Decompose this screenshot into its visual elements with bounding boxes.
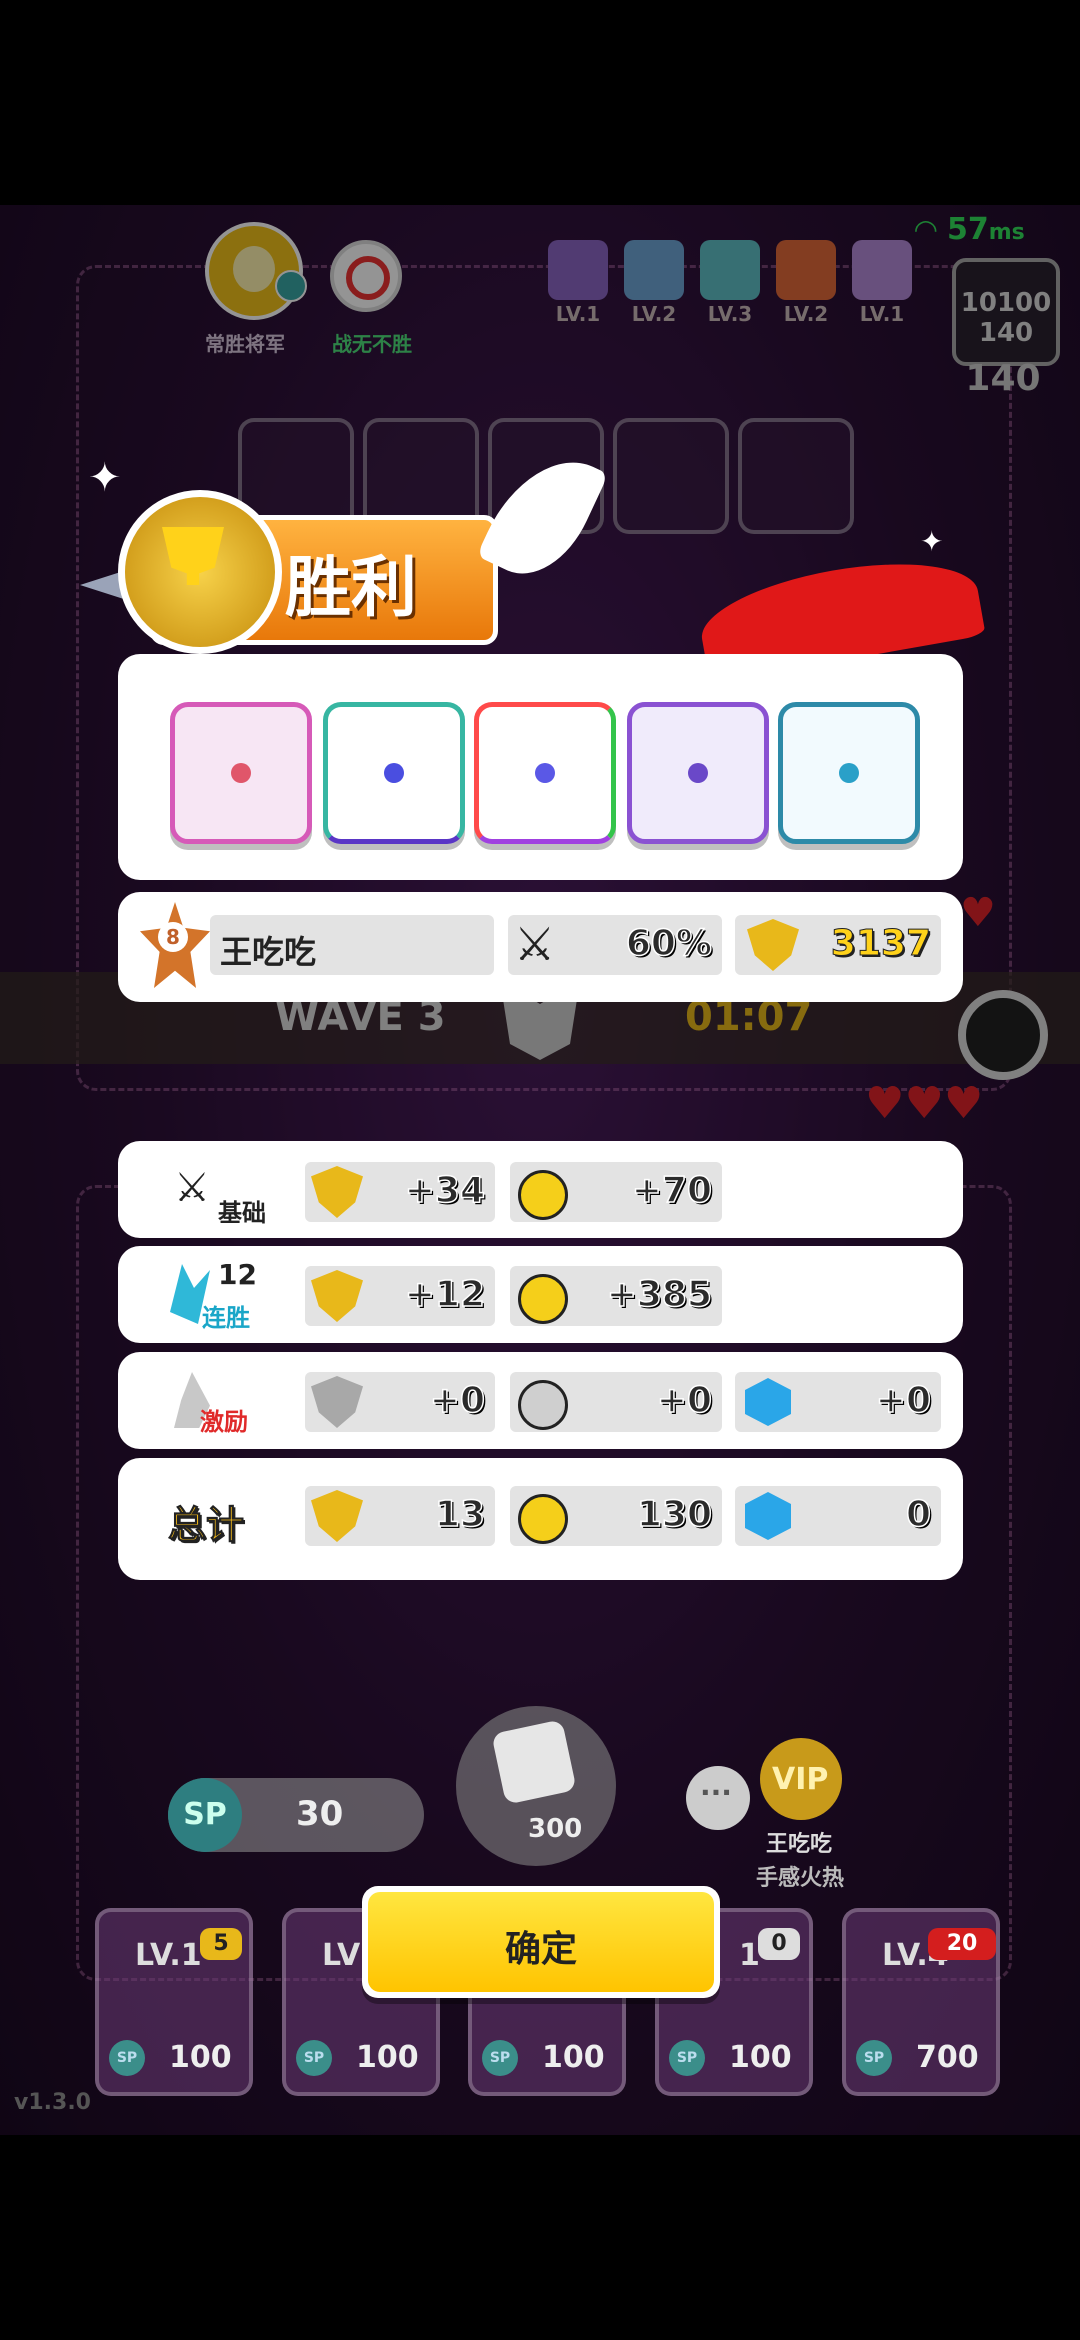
card-cost: 100 (356, 2040, 419, 2075)
gold-trophy-icon (747, 919, 799, 971)
gold-coin-icon (518, 1494, 568, 1544)
sp-icon: SP (168, 1778, 242, 1852)
gold-trophy-icon (311, 1270, 363, 1322)
gold-coin-icon (518, 1274, 568, 1324)
gold-trophy-icon (311, 1166, 363, 1218)
sp-icon: SP (296, 2040, 332, 2076)
card-cost: 100 (729, 2040, 792, 2075)
sp-icon: SP (856, 2040, 892, 2076)
gem-icon (745, 1492, 791, 1540)
crossed-swords-icon: ⚔ (514, 917, 556, 971)
card-level: LV (322, 1938, 361, 1973)
trophy-count: 3137 (830, 923, 931, 965)
blue-vortex-die-icon (778, 702, 920, 844)
win-rate: 60% (625, 922, 713, 965)
card-cost: 100 (542, 2040, 605, 2075)
reward-total-label: 总计 (167, 1503, 245, 1548)
confirm-button[interactable]: 确定 (362, 1886, 720, 1998)
trophy-medal (118, 490, 282, 654)
ellipsis-icon: ··· (700, 1776, 732, 1809)
total-coin-cell: 130 (510, 1486, 722, 1546)
base-trophy-cell: +34 (305, 1162, 495, 1222)
version-label: v1.3.0 (14, 2090, 91, 2115)
reward-streak-label: 连胜 (202, 1304, 250, 1332)
bonus-coin-cell: +0 (510, 1372, 722, 1432)
pink-sword-die-icon (170, 702, 312, 844)
streak-count: 12 (218, 1258, 257, 1291)
trophy-count-cell: 3137 (735, 915, 941, 975)
gold-coin-icon (518, 1170, 568, 1220)
total-trophy-cell: 13 (305, 1486, 495, 1546)
total-gem-value: 0 (905, 1493, 932, 1536)
player-rank: 8 (158, 922, 188, 952)
confirm-label: 确定 (504, 1929, 577, 1970)
card-cost: 100 (169, 2040, 232, 2075)
bonus-coin-value: +0 (656, 1379, 713, 1422)
card-level: LV.1 (135, 1938, 202, 1973)
total-trophy-value: 13 (434, 1493, 486, 1536)
total-gem-cell: 0 (735, 1486, 941, 1546)
streak-trophy-cell: +12 (305, 1266, 495, 1326)
teal-hands-die-icon (323, 702, 465, 844)
bonus-trophy-value: +0 (429, 1379, 486, 1422)
rainbow-die-icon (474, 702, 616, 844)
card-badge: 20 (928, 1928, 996, 1960)
reward-row-base: ⚔ 基础 +34 +70 (118, 1141, 963, 1238)
sp-meter: SP 30 (168, 1778, 424, 1852)
victory-title: 胜利 (285, 549, 417, 626)
card-badge: 5 (200, 1928, 242, 1960)
reward-row-streak: 12 连胜 +12 +385 (118, 1246, 963, 1343)
streak-coin-cell: +385 (510, 1266, 722, 1326)
card-badge: 0 (758, 1928, 800, 1960)
sp-icon: SP (482, 2040, 518, 2076)
streak-trophy-value: +12 (404, 1273, 486, 1316)
sword-icon: ⚔ (174, 1165, 210, 1211)
player-name-cell: 王吃吃 (210, 915, 494, 975)
total-coin-value: 130 (636, 1493, 713, 1536)
vip-badge: VIP (772, 1762, 829, 1797)
trophy-icon (162, 527, 224, 585)
reward-row-total: 总计 13 130 0 (118, 1458, 963, 1580)
gem-icon (745, 1378, 791, 1426)
player-info-panel: 8 王吃吃 ⚔ 60% 3137 (118, 892, 963, 1002)
base-coin-cell: +70 (510, 1162, 722, 1222)
opponent-status: 手感火热 (756, 1866, 845, 1891)
reward-bonus-label: 激励 (200, 1408, 248, 1436)
sp-icon: SP (109, 2040, 145, 2076)
streak-coin-value: +385 (606, 1273, 713, 1316)
sparkle-icon: ✦ (88, 455, 122, 501)
dice-icon (491, 1719, 577, 1805)
player-name: 王吃吃 (220, 933, 317, 971)
bonus-trophy-cell: +0 (305, 1372, 495, 1432)
spawn-dice-button[interactable]: 300 (456, 1706, 616, 1866)
sparkle-icon: ✦ (920, 525, 944, 558)
sp-icon: SP (669, 2040, 705, 2076)
confirm-button-face: 确定 (368, 1892, 714, 1992)
opponent-name: 王吃吃 (766, 1832, 833, 1857)
card-cost: 700 (916, 2040, 979, 2075)
deck-panel (118, 654, 963, 880)
bonus-gem-cell: +0 (735, 1372, 941, 1432)
base-trophy-value: +34 (404, 1169, 486, 1212)
spawn-cost: 300 (528, 1814, 583, 1844)
card-level: 1 (739, 1938, 760, 1973)
reward-row-bonus: 激励 +0 +0 +0 (118, 1352, 963, 1449)
win-rate-cell: ⚔ 60% (508, 915, 722, 975)
silver-coin-icon (518, 1380, 568, 1430)
reward-base-label: 基础 (218, 1199, 266, 1227)
sp-value: 30 (296, 1794, 344, 1834)
purple-spiral-die-icon (627, 702, 769, 844)
chat-button[interactable]: ··· (686, 1766, 750, 1830)
opponent-vip-avatar[interactable]: VIP (760, 1738, 842, 1820)
base-coin-value: +70 (631, 1169, 713, 1212)
gold-trophy-icon (311, 1490, 363, 1542)
bonus-gem-value: +0 (875, 1379, 932, 1422)
silver-trophy-icon (311, 1376, 363, 1428)
